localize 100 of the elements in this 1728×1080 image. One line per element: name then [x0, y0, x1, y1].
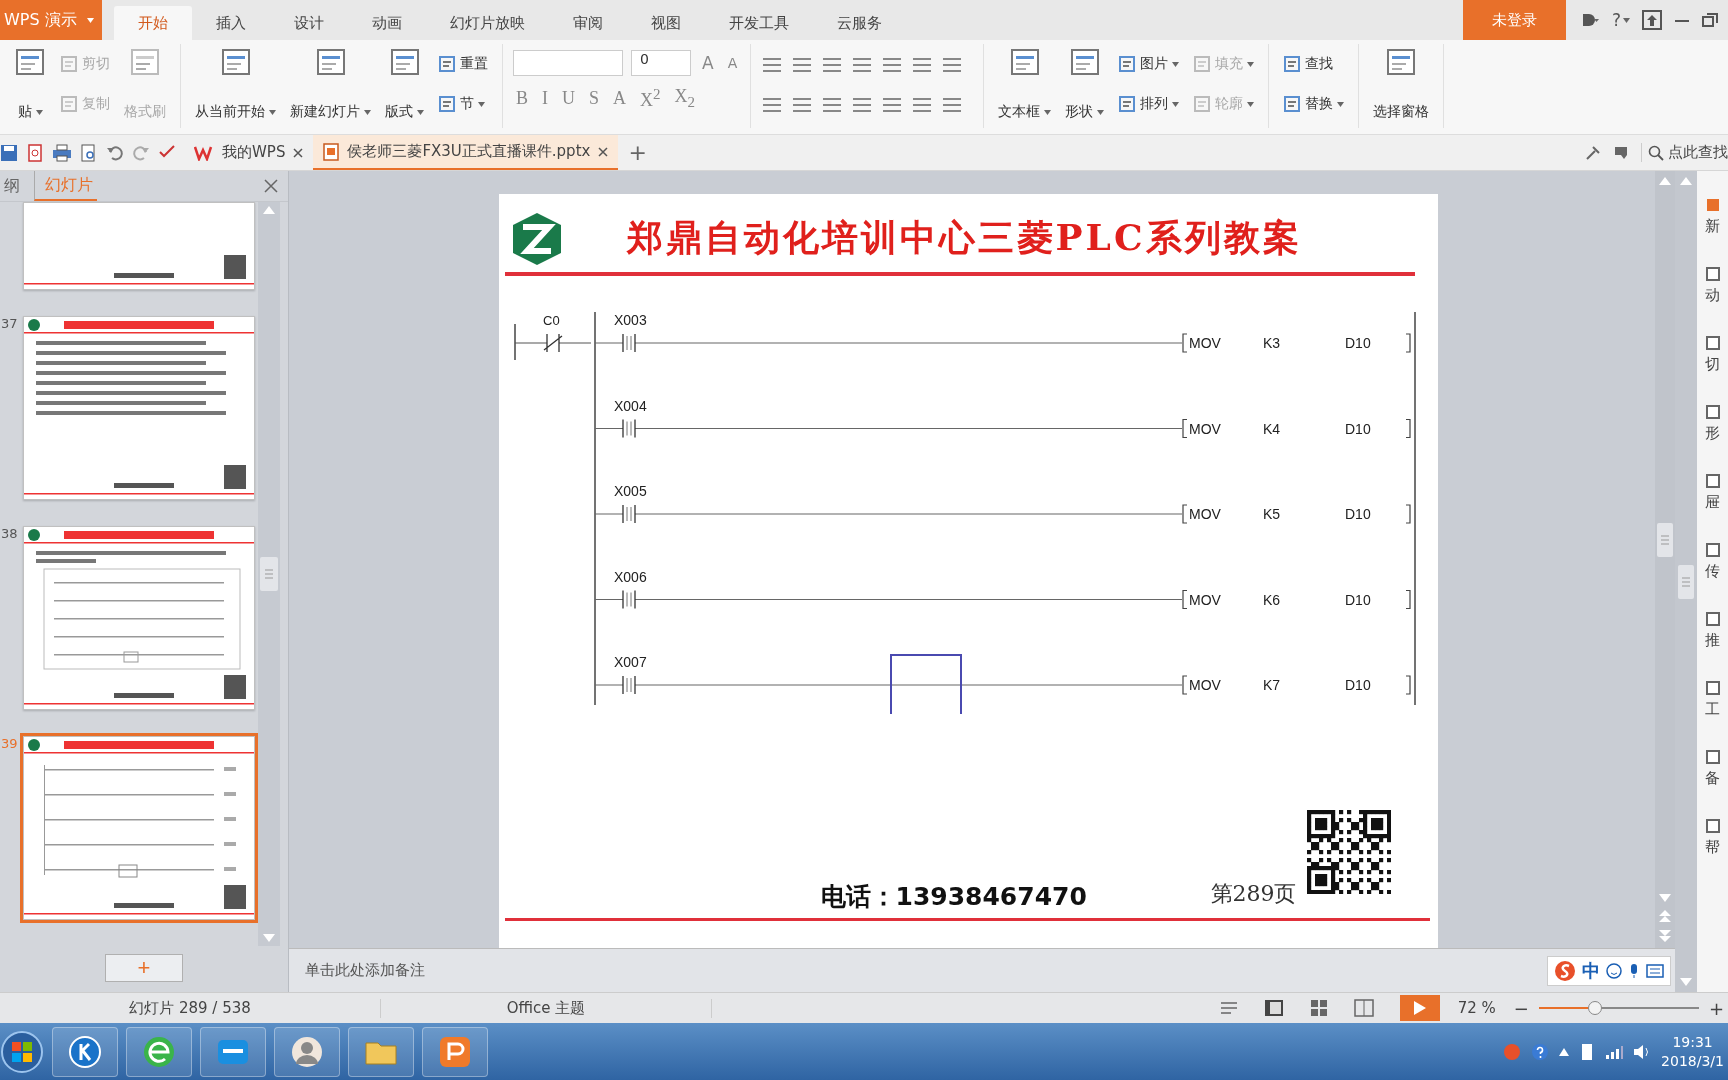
- taskbar-app-button[interactable]: [200, 1026, 266, 1077]
- ribbon-button[interactable]: 版式: [381, 45, 428, 123]
- side-tool-button[interactable]: 形: [1698, 404, 1727, 443]
- microphone-icon: [1628, 962, 1640, 979]
- upload-icon[interactable]: [1642, 10, 1662, 30]
- contact-label: X005: [613, 483, 647, 499]
- font-name-field[interactable]: [513, 50, 623, 76]
- notes-toggle-icon[interactable]: [1219, 1001, 1238, 1015]
- document-tab[interactable]: 我的WPS: [184, 135, 314, 170]
- slide-number: 39: [1, 736, 18, 751]
- instruction-bracket: [1181, 418, 1188, 439]
- side-tool-button[interactable]: 备: [1698, 749, 1727, 788]
- tool-icon[interactable]: [1585, 144, 1601, 161]
- document-icon: [1193, 95, 1212, 113]
- normal-view-icon[interactable]: [1263, 999, 1284, 1017]
- start-button-icon[interactable]: [0, 1029, 44, 1074]
- grid-view-icon[interactable]: [1309, 999, 1328, 1017]
- ribbon-button[interactable]: 查找: [1279, 53, 1349, 75]
- taskbar-clock[interactable]: 19:31 2018/3/1: [1661, 1033, 1724, 1070]
- ribbon-button[interactable]: 从当前开始: [191, 45, 280, 123]
- document-icon: [438, 95, 456, 113]
- caret-icon: [1097, 109, 1105, 115]
- preview-icon[interactable]: [80, 143, 98, 162]
- slide-thumbnail[interactable]: [23, 526, 255, 710]
- square-icon: [1704, 473, 1721, 489]
- contact-symbol: [621, 418, 636, 439]
- document-icon: [1283, 55, 1302, 73]
- close-icon[interactable]: [264, 179, 278, 193]
- save-icon[interactable]: [0, 143, 18, 162]
- ribbon-button[interactable]: 替换: [1279, 93, 1349, 115]
- instruction-bracket: [1404, 418, 1411, 439]
- instruction-bracket: [1404, 333, 1411, 353]
- side-tool-button[interactable]: 屉: [1698, 473, 1727, 512]
- menu-tab[interactable]: 动画: [347, 6, 426, 40]
- ribbon-button[interactable]: 形状: [1061, 45, 1109, 123]
- help-icon[interactable]: [1531, 1042, 1550, 1061]
- restore-icon[interactable]: [1702, 12, 1718, 28]
- zoom-in-button[interactable]: +: [1704, 997, 1728, 1019]
- ribbon-button[interactable]: 重置: [434, 53, 492, 75]
- side-tool-button[interactable]: 工: [1698, 680, 1727, 719]
- s-logo-icon: [1554, 959, 1576, 982]
- print-icon[interactable]: [52, 143, 72, 162]
- operand-text: D10: [1344, 506, 1371, 522]
- slideshow-button[interactable]: [1399, 995, 1440, 1021]
- side-tool-button[interactable]: 帮: [1698, 818, 1727, 857]
- panel-tab[interactable]: 纲: [0, 171, 24, 201]
- taskbar-app-button[interactable]: [274, 1026, 340, 1077]
- signal-icon[interactable]: [1605, 1044, 1624, 1059]
- operand-text: K7: [1262, 677, 1280, 693]
- menu-tab[interactable]: 视图: [626, 6, 705, 40]
- ribbon-button[interactable]: 节: [434, 93, 492, 115]
- taskbar-app-button[interactable]: [422, 1026, 488, 1077]
- slide-thumbnail[interactable]: [23, 736, 255, 920]
- menu-tab[interactable]: 云服务: [812, 6, 906, 40]
- show-hidden-icon[interactable]: [1559, 1047, 1570, 1056]
- menu-tab[interactable]: 插入: [191, 6, 270, 40]
- new-tab-button[interactable]: +: [618, 135, 657, 170]
- scroll-thumb-icon[interactable]: [260, 557, 278, 591]
- taskbar-app-button[interactable]: [348, 1026, 414, 1077]
- format-button[interactable]: I: [539, 88, 551, 109]
- command-search-field[interactable]: 点此查找: [1641, 143, 1728, 162]
- side-tool-button[interactable]: 动: [1698, 266, 1727, 305]
- menu-tab[interactable]: 开始: [113, 6, 192, 40]
- font-size-field[interactable]: 0: [631, 50, 691, 76]
- operand-text: D10: [1344, 335, 1371, 351]
- ribbon-button[interactable]: 排列: [1114, 93, 1184, 115]
- zoom-out-button[interactable]: −: [1509, 997, 1533, 1019]
- play-icon: [1413, 1001, 1426, 1015]
- contact-symbol: [621, 589, 636, 610]
- slide-thumbnail[interactable]: [23, 316, 255, 500]
- ribbon-button[interactable]: 新建幻灯片: [286, 45, 375, 123]
- caret-icon: [1247, 101, 1255, 107]
- ribbon-button[interactable]: 贴: [10, 45, 50, 123]
- operand-text: K5: [1262, 506, 1280, 522]
- clock-time: 19:31: [1672, 1033, 1713, 1052]
- taskbar-app-button[interactable]: [126, 1026, 192, 1077]
- slide-thumbnail[interactable]: [23, 202, 255, 290]
- document-tab[interactable]: 侯老师三菱FX3U正式直播课件.pptx: [313, 135, 619, 170]
- document-icon[interactable]: [26, 143, 44, 162]
- slider-thumb[interactable]: [1587, 1001, 1602, 1015]
- menu-tab[interactable]: 幻灯片放映: [425, 6, 549, 40]
- ribbon-button[interactable]: 文本框: [994, 45, 1056, 123]
- reading-view-icon[interactable]: [1353, 999, 1374, 1017]
- ribbon-button[interactable]: 选择窗格: [1369, 45, 1434, 123]
- side-tool-button[interactable]: 推: [1698, 611, 1727, 650]
- help-button[interactable]: ?: [1611, 10, 1630, 30]
- side-tool-button[interactable]: 传: [1698, 542, 1727, 581]
- menu-tab[interactable]: 审阅: [548, 6, 627, 40]
- undo-icon[interactable]: [106, 143, 124, 162]
- scroll-thumb-icon[interactable]: [1657, 522, 1673, 557]
- menu-tab[interactable]: 开发工具: [704, 6, 813, 40]
- side-tool-button[interactable]: 新: [1698, 197, 1727, 236]
- ribbon-button[interactable]: 图片: [1114, 53, 1184, 75]
- menu-tab[interactable]: 设计: [269, 6, 348, 40]
- scroll-thumb-icon[interactable]: [1678, 564, 1694, 599]
- square-icon: [1704, 197, 1721, 213]
- side-tool-button[interactable]: 切: [1698, 335, 1727, 374]
- power-rail: [513, 323, 516, 361]
- taskbar-app-button[interactable]: [52, 1026, 118, 1077]
- document-icon: [438, 55, 456, 73]
